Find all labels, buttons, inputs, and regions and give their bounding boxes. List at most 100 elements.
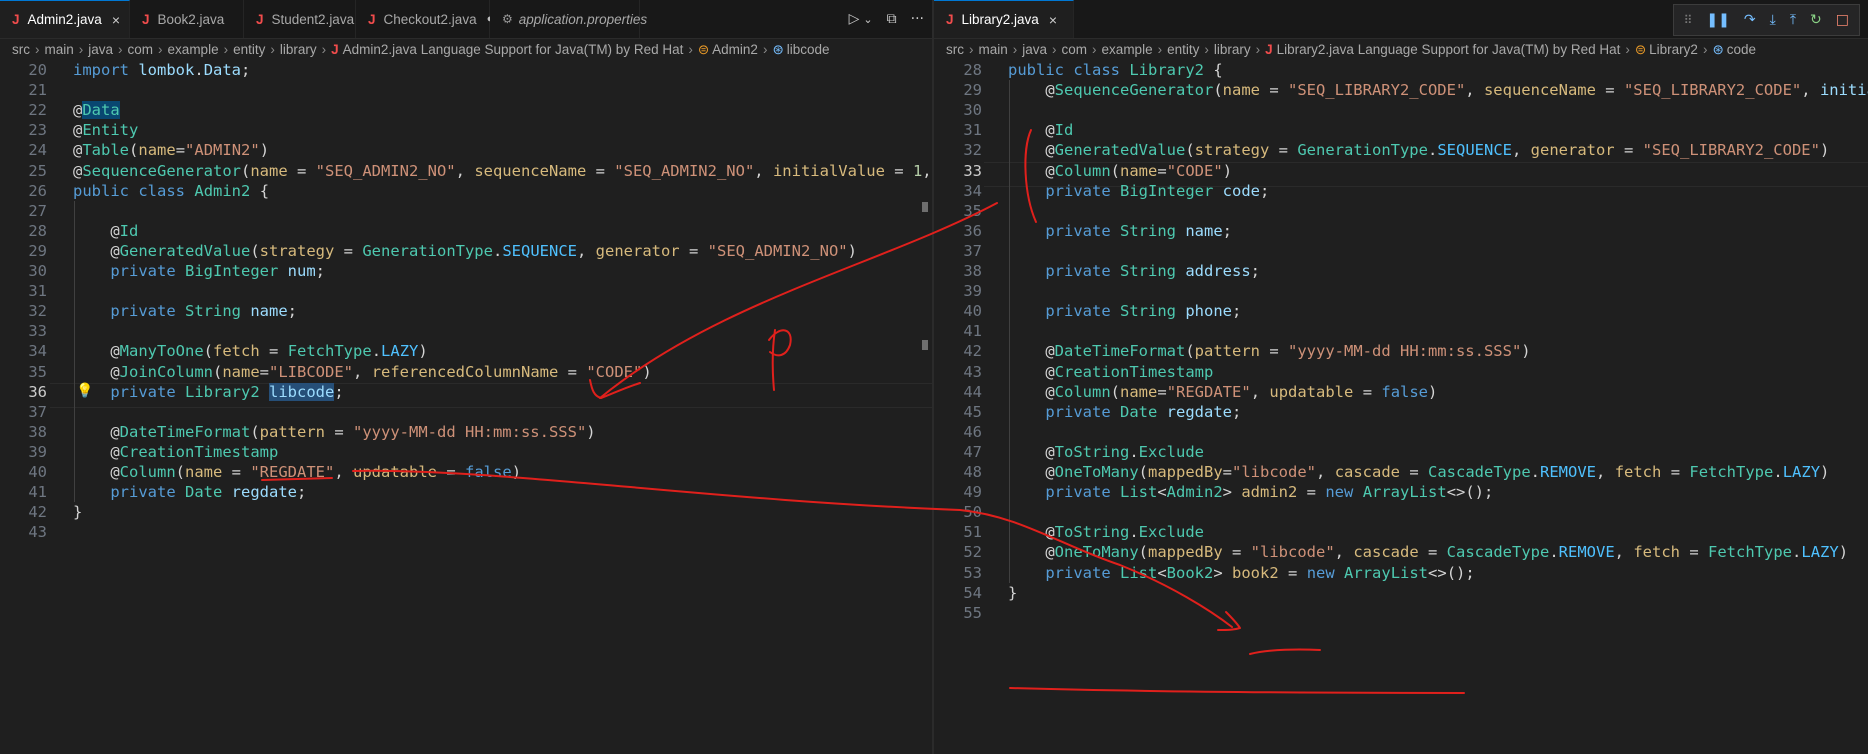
breadcrumb-folder[interactable]: entity [233, 42, 265, 57]
breadcrumb-symbol[interactable]: libcode [787, 42, 830, 57]
line-code: private List<Admin2> admin2 = new ArrayL… [1045, 483, 1494, 502]
line-code: private String phone; [1045, 302, 1242, 321]
tab-label: application.properties [518, 11, 648, 27]
code-line: 42 @DateTimeFormat(pattern = "yyyy-MM-dd… [934, 341, 1868, 361]
indent-guide [74, 200, 75, 503]
run-icon[interactable]: ▷ [849, 11, 860, 27]
code-line: 39 @CreationTimestamp [0, 442, 932, 462]
chevron-right-icon: › [321, 42, 327, 57]
line-number: 39 [963, 282, 982, 301]
chevron-right-icon: › [1625, 42, 1630, 57]
step-over-icon[interactable]: ↷ [1744, 12, 1756, 28]
code-line: 51 @ToString.Exclude [934, 522, 1868, 542]
code-line: 32 private String name; [0, 301, 932, 321]
tab-student2-java[interactable]: J Student2.java [244, 0, 356, 38]
line-code: @JoinColumn(name="LIBCODE", referencedCo… [110, 362, 652, 381]
line-number: 36 [963, 221, 982, 240]
tab-library2-java[interactable]: J Library2.java × [934, 0, 1074, 38]
line-code: @OneToMany(mappedBy = "libcode", cascade… [1045, 543, 1849, 562]
restart-icon[interactable]: ↻ [1810, 12, 1822, 28]
chevron-right-icon: › [118, 42, 123, 57]
code-line: 28 public class Library2 { [934, 60, 1868, 80]
breadcrumb-class[interactable]: Admin2 [712, 42, 758, 57]
tab-book2-java[interactable]: J Book2.java [130, 0, 244, 38]
scrollbar-marker [922, 202, 928, 212]
breadcrumb-file[interactable]: Admin2.java [343, 42, 417, 57]
chevron-right-icon: › [1012, 42, 1018, 57]
breadcrumb-folder[interactable]: library [1214, 42, 1251, 57]
more-actions-icon[interactable]: ··· [911, 11, 924, 27]
code-editor[interactable]: 20 import lombok.Data; 21 22 @Data 23 @Entity 2… [0, 60, 932, 754]
breadcrumb-folder[interactable]: java [88, 42, 113, 57]
left-tab-bar: J Admin2.java × J Book2.java J Student2.java J C… [0, 0, 932, 39]
line-code: private BigInteger num; [110, 262, 326, 280]
line-code: @Table(name="ADMIN2") [73, 141, 270, 160]
line-number: 48 [963, 463, 982, 481]
code-line: 44 @Column(name="REGDATE", updatable = f… [934, 382, 1868, 402]
breadcrumb-folder[interactable]: library [280, 42, 317, 57]
pause-icon[interactable]: ❚❚ [1706, 12, 1729, 28]
breadcrumb-class[interactable]: Library2 [1649, 42, 1698, 57]
line-code: private Date regdate; [110, 483, 307, 502]
breadcrumb-folder[interactable]: main [979, 42, 1008, 57]
line-number: 32 [963, 141, 982, 160]
line-number: 36 [28, 382, 47, 401]
code-line: 28 @Id [0, 221, 932, 241]
code-line: 42} [0, 502, 932, 522]
breadcrumb-folder[interactable]: src [946, 42, 964, 57]
breadcrumb-folder[interactable]: com [128, 42, 154, 57]
step-into-icon[interactable]: ⤓ [1770, 12, 1776, 28]
line-number: 33 [963, 161, 982, 180]
code-line: 39 [934, 281, 1868, 301]
line-number: 40 [963, 302, 982, 321]
breadcrumb-symbol[interactable]: code [1727, 42, 1756, 57]
line-number: 51 [963, 523, 982, 542]
code-line: 37 [0, 402, 932, 422]
code-line: 40 private String phone; [934, 301, 1868, 321]
class-symbol-icon: ⊜ [697, 42, 710, 57]
breadcrumb-folder[interactable]: example [168, 42, 219, 57]
breadcrumb-folder[interactable]: java [1022, 42, 1047, 57]
close-icon[interactable]: × [112, 12, 120, 28]
code-line: 43 @CreationTimestamp [934, 362, 1868, 382]
breadcrumb-folder[interactable]: com [1062, 42, 1088, 57]
stop-icon[interactable]: □ [1836, 12, 1849, 28]
code-line: 30 private BigInteger num; [0, 261, 932, 281]
line-number: 27 [28, 201, 47, 220]
split-editor-icon[interactable]: ⧉ [887, 11, 897, 27]
breadcrumb-folder[interactable]: main [45, 42, 74, 57]
code-line: 45 private Date regdate; [934, 402, 1868, 422]
tab-checkout2-java[interactable]: JCheckout2.java● [356, 0, 493, 38]
close-icon[interactable]: × [1049, 12, 1057, 28]
breadcrumb-folder[interactable]: src [12, 42, 30, 57]
line-code: } [73, 503, 83, 522]
line-code: private BigInteger code; [1045, 181, 1270, 200]
breadcrumb-file[interactable]: Library2.java [1277, 42, 1354, 57]
chevron-right-icon: › [1255, 42, 1261, 57]
line-code: } [1008, 583, 1018, 602]
right-tab-bar: J Library2.java × ⠿ ❚❚ ↷ ⤓ ⤒ ↻ □ [934, 0, 1868, 39]
breadcrumb-folder[interactable]: entity [1167, 42, 1199, 57]
breadcrumb-language[interactable]: Language Support for Java(TM) by Red Hat [421, 42, 684, 57]
right-editor-group: J Library2.java × ⠿ ❚❚ ↷ ⤓ ⤒ ↻ □ src › main › java › co… [934, 0, 1868, 754]
run-menu-chevron-icon[interactable]: ⌄ [863, 13, 872, 26]
code-line: 22 @Data [0, 100, 932, 120]
line-number: 41 [963, 322, 982, 341]
step-out-icon[interactable]: ⤒ [1790, 12, 1796, 28]
breadcrumb-folder[interactable]: example [1102, 42, 1153, 57]
tab-admin2-java[interactable]: J Admin2.java × [0, 0, 130, 38]
indent-guide [1009, 80, 1010, 583]
code-line: 29 @GeneratedValue(strategy = Generation… [0, 241, 932, 261]
line-code: @GeneratedValue(strategy = GenerationTyp… [1045, 141, 1830, 160]
lightbulb-icon[interactable]: 💡 [76, 383, 93, 399]
line-code: @Column(name="CODE") [1045, 161, 1233, 180]
code-line: 33 @Column(name="CODE") [934, 161, 1868, 181]
chevron-right-icon: › [1204, 42, 1209, 57]
code-line: 47 @ToString.Exclude [934, 442, 1868, 462]
tab-application-properties[interactable]: ⚙ application.properties [490, 0, 647, 38]
line-number: 31 [28, 282, 47, 301]
code-editor[interactable]: 28 public class Library2 {29 @SequenceGen… [934, 60, 1868, 754]
breadcrumb-language[interactable]: Language Support for Java(TM) by Red Hat [1358, 42, 1621, 57]
line-code: private List<Book2> book2 = new ArrayLis… [1045, 563, 1475, 582]
code-line: 35 [934, 201, 1868, 221]
